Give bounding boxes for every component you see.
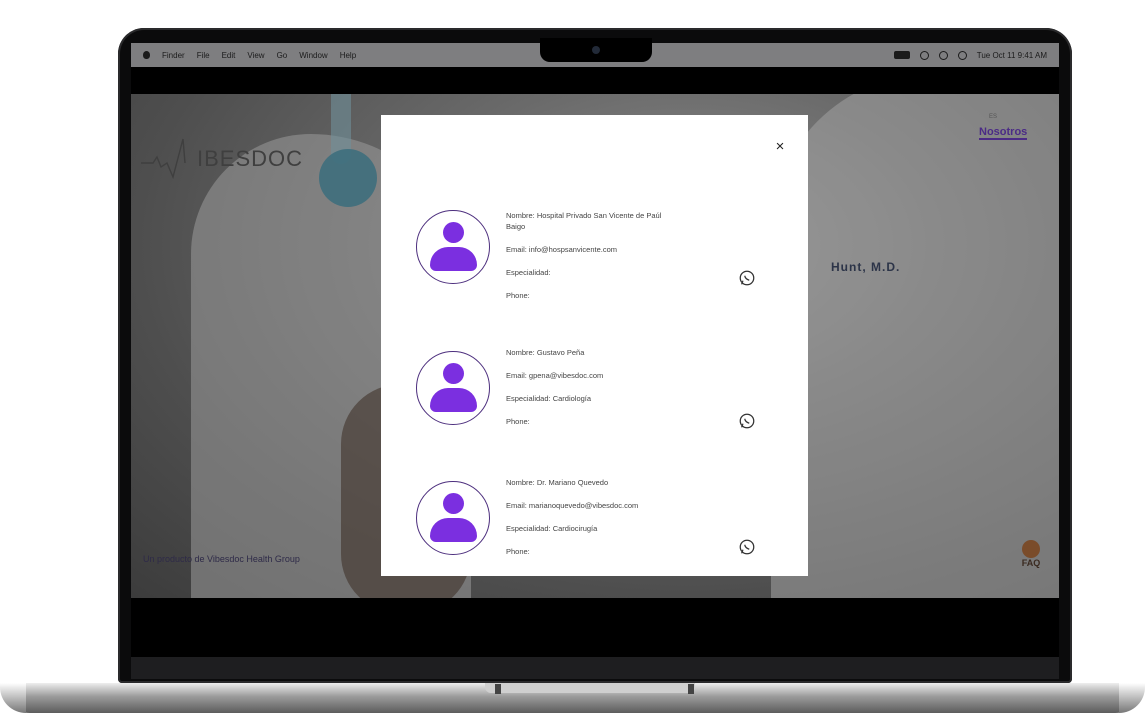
menu-item-window[interactable]: Window bbox=[299, 51, 327, 60]
browser-band bbox=[131, 67, 1059, 94]
contact-specialty: Especialidad: Cardiocirugía bbox=[506, 524, 598, 533]
top-nav-link[interactable]: Nosotros bbox=[979, 126, 1028, 140]
laptop-opening-lip bbox=[485, 683, 695, 693]
menu-item-finder[interactable]: Finder bbox=[162, 51, 185, 60]
hinge-right bbox=[688, 684, 694, 694]
logo-text: IBESDOC bbox=[197, 146, 304, 171]
heartbeat-logo-icon bbox=[141, 138, 186, 180]
battery-icon[interactable] bbox=[893, 51, 910, 59]
hinge-left bbox=[495, 684, 501, 694]
contact-phone: Phone: bbox=[506, 291, 530, 300]
doctor-coat-right bbox=[771, 94, 1059, 598]
contact-card: Nombre: Dr. Mariano Quevedo Email: maria… bbox=[416, 478, 776, 581]
language-label[interactable]: ES bbox=[989, 114, 997, 120]
contact-phone: Phone: bbox=[506, 417, 530, 426]
whatsapp-icon[interactable] bbox=[738, 269, 756, 287]
contact-specialty: Especialidad: bbox=[506, 268, 551, 277]
contact-email: Email: info@hospsanvicente.com bbox=[506, 245, 617, 254]
contact-email: Email: marianoquevedo@vibesdoc.com bbox=[506, 501, 639, 510]
avatar-icon bbox=[416, 481, 490, 555]
contacts-modal: × Nombre: Hospital Privado San Vicente d… bbox=[381, 115, 808, 576]
contact-specialty: Especialidad: Cardiología bbox=[506, 394, 592, 403]
menu-item-help[interactable]: Help bbox=[340, 51, 356, 60]
menu-item-go[interactable]: Go bbox=[277, 51, 288, 60]
menu-item-view[interactable]: View bbox=[247, 51, 264, 60]
laptop-base-left-end bbox=[0, 683, 26, 713]
contact-info: Nombre: Gustavo Peña Email: gpena@vibesd… bbox=[506, 347, 716, 439]
contact-card: Nombre: Gustavo Peña Email: gpena@vibesd… bbox=[416, 348, 776, 451]
close-button[interactable]: × bbox=[772, 138, 788, 156]
whatsapp-icon[interactable] bbox=[738, 538, 756, 556]
camera-notch bbox=[540, 38, 652, 62]
laptop-base-right-end bbox=[1119, 683, 1145, 713]
whatsapp-icon[interactable] bbox=[738, 412, 756, 430]
footer-text[interactable]: Un producto de Vibesdoc Health Group bbox=[143, 554, 300, 564]
coat-name-tag: Hunt, M.D. bbox=[831, 260, 901, 274]
stethoscope-image bbox=[319, 149, 377, 207]
menubar-clock[interactable]: Tue Oct 11 9:41 AM bbox=[977, 51, 1047, 60]
contact-card: Nombre: Hospital Privado San Vicente de … bbox=[416, 210, 776, 310]
contact-name: Nombre: Hospital Privado San Vicente de … bbox=[506, 211, 662, 220]
contact-phone: Phone: bbox=[506, 547, 530, 556]
vibesdoc-logo[interactable]: IBESDOC bbox=[141, 137, 303, 181]
contact-email: Email: gpena@vibesdoc.com bbox=[506, 371, 604, 380]
laptop-chin bbox=[131, 657, 1059, 679]
avatar-icon bbox=[416, 210, 490, 284]
avatar-icon bbox=[416, 351, 490, 425]
camera-icon bbox=[592, 46, 600, 54]
contact-name: Nombre: Dr. Mariano Quevedo bbox=[506, 478, 609, 487]
contact-info: Nombre: Hospital Privado San Vicente de … bbox=[506, 210, 716, 313]
spotlight-search-icon[interactable] bbox=[938, 50, 948, 60]
menu-item-file[interactable]: File bbox=[197, 51, 210, 60]
faq-icon bbox=[1022, 540, 1040, 558]
faq-label: FAQ bbox=[1021, 558, 1041, 568]
wifi-icon[interactable] bbox=[919, 50, 929, 60]
screen-bottom-bar bbox=[131, 598, 1059, 657]
contact-info: Nombre: Dr. Mariano Quevedo Email: maria… bbox=[506, 477, 716, 569]
contact-name: Nombre: Gustavo Peña bbox=[506, 348, 585, 357]
apple-icon[interactable] bbox=[143, 51, 150, 59]
contact-name-continued: Baigo bbox=[506, 222, 526, 231]
faq-button[interactable]: FAQ bbox=[1011, 540, 1051, 580]
control-center-icon[interactable] bbox=[957, 50, 967, 60]
menu-item-edit[interactable]: Edit bbox=[222, 51, 236, 60]
